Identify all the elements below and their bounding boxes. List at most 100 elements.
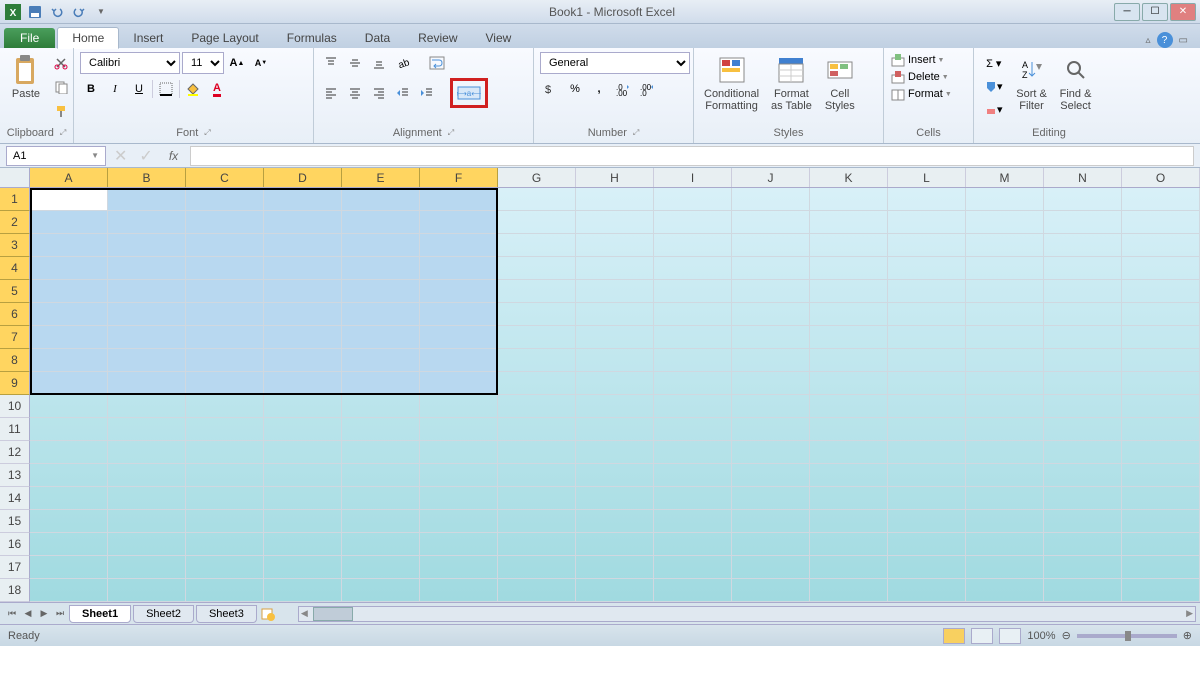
col-header-O[interactable]: O bbox=[1122, 168, 1200, 187]
cell[interactable] bbox=[1122, 188, 1200, 211]
cell[interactable] bbox=[30, 556, 108, 579]
col-header-D[interactable]: D bbox=[264, 168, 342, 187]
cell[interactable] bbox=[264, 326, 342, 349]
cell[interactable] bbox=[1044, 303, 1122, 326]
cell[interactable] bbox=[966, 349, 1044, 372]
underline-icon[interactable]: U bbox=[128, 78, 150, 100]
cell[interactable] bbox=[186, 533, 264, 556]
cell[interactable] bbox=[888, 188, 966, 211]
cell[interactable] bbox=[498, 487, 576, 510]
cell[interactable] bbox=[186, 395, 264, 418]
cell[interactable] bbox=[654, 395, 732, 418]
cell[interactable] bbox=[810, 418, 888, 441]
cell[interactable] bbox=[888, 280, 966, 303]
cell[interactable] bbox=[810, 326, 888, 349]
sheet-nav-last-icon[interactable]: ⏭ bbox=[52, 606, 68, 622]
cell[interactable] bbox=[30, 395, 108, 418]
cell[interactable] bbox=[264, 372, 342, 395]
col-header-B[interactable]: B bbox=[108, 168, 186, 187]
cell[interactable] bbox=[1044, 556, 1122, 579]
cell[interactable] bbox=[420, 234, 498, 257]
cell[interactable] bbox=[186, 303, 264, 326]
normal-view-icon[interactable] bbox=[943, 628, 965, 644]
cell[interactable] bbox=[966, 280, 1044, 303]
cell[interactable] bbox=[30, 579, 108, 602]
cell[interactable] bbox=[576, 349, 654, 372]
cell[interactable] bbox=[810, 487, 888, 510]
cell[interactable] bbox=[420, 349, 498, 372]
cell[interactable] bbox=[498, 326, 576, 349]
cell[interactable] bbox=[30, 257, 108, 280]
cell[interactable] bbox=[732, 579, 810, 602]
cell[interactable] bbox=[810, 303, 888, 326]
row-header-17[interactable]: 17 bbox=[0, 556, 30, 579]
cell[interactable] bbox=[810, 556, 888, 579]
cell[interactable] bbox=[810, 257, 888, 280]
cell[interactable] bbox=[498, 556, 576, 579]
cell[interactable] bbox=[654, 372, 732, 395]
merge-center-icon[interactable]: ⟷a⟵ bbox=[454, 82, 484, 104]
cell[interactable] bbox=[30, 188, 108, 211]
row-header-5[interactable]: 5 bbox=[0, 280, 30, 303]
cell[interactable] bbox=[264, 349, 342, 372]
cell[interactable] bbox=[264, 234, 342, 257]
cell[interactable] bbox=[420, 188, 498, 211]
cell[interactable] bbox=[186, 211, 264, 234]
cell[interactable] bbox=[342, 349, 420, 372]
cell[interactable] bbox=[1044, 441, 1122, 464]
cell[interactable] bbox=[186, 280, 264, 303]
row-header-12[interactable]: 12 bbox=[0, 441, 30, 464]
cell[interactable] bbox=[888, 441, 966, 464]
cell[interactable] bbox=[576, 372, 654, 395]
cancel-formula-icon[interactable]: ✕ bbox=[110, 146, 131, 166]
cell[interactable] bbox=[30, 533, 108, 556]
insert-cells-button[interactable]: Insert▼ bbox=[890, 52, 967, 68]
cell[interactable] bbox=[576, 510, 654, 533]
sheet-tab-3[interactable]: Sheet3 bbox=[196, 605, 257, 623]
cell[interactable] bbox=[888, 303, 966, 326]
sheet-nav-prev-icon[interactable]: ◀ bbox=[20, 606, 36, 622]
orientation-icon[interactable]: ab bbox=[392, 52, 414, 74]
cell[interactable] bbox=[108, 533, 186, 556]
decrease-decimal-icon[interactable]: .00.0 bbox=[636, 78, 658, 100]
cell[interactable] bbox=[342, 211, 420, 234]
cell[interactable] bbox=[30, 418, 108, 441]
cell[interactable] bbox=[732, 257, 810, 280]
cell[interactable] bbox=[732, 441, 810, 464]
cell[interactable] bbox=[342, 510, 420, 533]
cell[interactable] bbox=[732, 464, 810, 487]
cell[interactable] bbox=[732, 188, 810, 211]
row-header-7[interactable]: 7 bbox=[0, 326, 30, 349]
undo-icon[interactable] bbox=[48, 3, 66, 21]
delete-cells-button[interactable]: Delete▼ bbox=[890, 69, 967, 85]
cell[interactable] bbox=[888, 234, 966, 257]
cell[interactable] bbox=[264, 487, 342, 510]
cell[interactable] bbox=[498, 579, 576, 602]
cell[interactable] bbox=[576, 280, 654, 303]
horizontal-scrollbar[interactable]: ◀ ▶ bbox=[298, 606, 1196, 622]
cell[interactable] bbox=[108, 234, 186, 257]
tab-formulas[interactable]: Formulas bbox=[273, 28, 351, 48]
cell[interactable] bbox=[810, 510, 888, 533]
cell[interactable] bbox=[420, 303, 498, 326]
cell[interactable] bbox=[1122, 326, 1200, 349]
enter-formula-icon[interactable]: ✓ bbox=[135, 146, 156, 166]
row-header-14[interactable]: 14 bbox=[0, 487, 30, 510]
cell[interactable] bbox=[1122, 280, 1200, 303]
cell[interactable] bbox=[498, 533, 576, 556]
row-header-18[interactable]: 18 bbox=[0, 579, 30, 602]
cell[interactable] bbox=[264, 556, 342, 579]
cell[interactable] bbox=[342, 188, 420, 211]
col-header-L[interactable]: L bbox=[888, 168, 966, 187]
cell[interactable] bbox=[342, 556, 420, 579]
cell[interactable] bbox=[888, 556, 966, 579]
cell[interactable] bbox=[966, 510, 1044, 533]
copy-icon[interactable] bbox=[50, 76, 72, 98]
cell[interactable] bbox=[420, 372, 498, 395]
row-header-15[interactable]: 15 bbox=[0, 510, 30, 533]
col-header-N[interactable]: N bbox=[1044, 168, 1122, 187]
decrease-indent-icon[interactable] bbox=[392, 82, 414, 104]
cell[interactable] bbox=[498, 211, 576, 234]
sheet-tab-2[interactable]: Sheet2 bbox=[133, 605, 194, 623]
cell[interactable] bbox=[810, 211, 888, 234]
